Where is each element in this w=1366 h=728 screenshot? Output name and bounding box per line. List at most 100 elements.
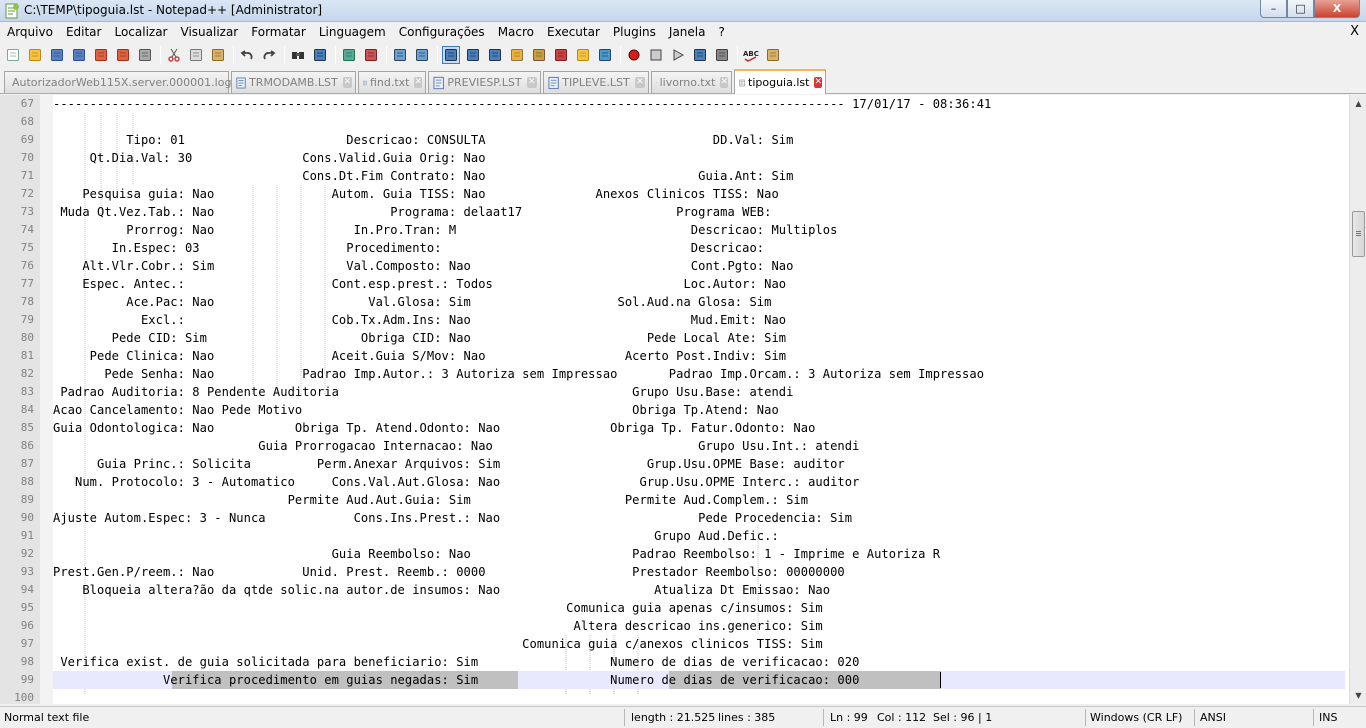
scroll-up-arrow-icon[interactable]: ▲ <box>1350 95 1366 112</box>
editor-line[interactable]: 84 Acao Cancelamento: Nao Pede Motivo Obr… <box>0 401 1345 419</box>
editor-line[interactable]: 86 Guia Prorrogacao Internacao: Nao Grup… <box>0 437 1345 455</box>
editor-line[interactable]: 76 Alt.Vlr.Cobr.: Sim Val.Composto: Nao … <box>0 257 1345 275</box>
editor-line[interactable]: 72 Pesquisa guia: Nao Autom. Guia TISS: … <box>0 185 1345 203</box>
word-wrap-icon[interactable] <box>442 46 460 64</box>
scroll-down-arrow-icon[interactable]: ▼ <box>1350 687 1366 704</box>
spell-check-settings-icon[interactable] <box>764 46 782 64</box>
indent-guide-icon[interactable] <box>486 46 504 64</box>
save-macro-icon[interactable] <box>713 46 731 64</box>
tab-close-icon[interactable]: ✕ <box>414 77 422 88</box>
editor-line[interactable]: 96 Altera descricao ins.generico: Sim <box>0 617 1345 635</box>
sync-horizontal-icon[interactable] <box>413 46 431 64</box>
user-language-icon[interactable] <box>508 46 526 64</box>
cut-icon[interactable] <box>165 46 183 64</box>
vertical-scrollbar[interactable]: ▲ ▼ <box>1349 95 1366 704</box>
editor-line[interactable]: 71 Cons.Dt.Fim Contrato: Nao Guia.Ant: S… <box>0 167 1345 185</box>
open-file-icon[interactable] <box>26 46 44 64</box>
editor-line[interactable]: 77 Espec. Antec.: Cont.esp.prest.: Todos… <box>0 275 1345 293</box>
editor-line[interactable]: 68 <box>0 113 1345 131</box>
menu-configura-es[interactable]: Configurações <box>392 22 491 42</box>
undo-icon[interactable] <box>238 46 256 64</box>
tab-close-icon[interactable]: ✕ <box>814 77 822 88</box>
record-macro-icon[interactable] <box>625 46 643 64</box>
editor-line[interactable]: 83 Padrao Auditoria: 8 Pendente Auditori… <box>0 383 1345 401</box>
editor-line[interactable]: 93 Prest.Gen.P/reem.: Nao Unid. Prest. Re… <box>0 563 1345 581</box>
document-map-icon[interactable] <box>530 46 548 64</box>
menu-macro[interactable]: Macro <box>491 22 540 42</box>
tab-find-txt[interactable]: find.txt ✕ <box>358 71 426 93</box>
maximize-button[interactable]: □ <box>1287 0 1314 18</box>
menu-visualizar[interactable]: Visualizar <box>174 22 245 42</box>
close-all-icon[interactable] <box>114 46 132 64</box>
menu-formatar[interactable]: Formatar <box>244 22 312 42</box>
tab-close-icon[interactable]: ✕ <box>342 77 352 88</box>
tab-autorizadorweb115x-server-000001-log[interactable]: AutorizadorWeb115X.server.000001.log✕ <box>4 71 244 93</box>
menu-arquivo[interactable]: Arquivo <box>0 22 59 42</box>
stop-record-icon[interactable] <box>647 46 665 64</box>
tab-previesp-lst[interactable]: PREVIESP.LST ✕ <box>428 71 541 93</box>
tab-tipoguia-lst[interactable]: tipoguia.lst ✕ <box>734 69 826 94</box>
tab-close-icon[interactable]: ✕ <box>526 77 537 88</box>
tab-trmodamb-lst[interactable]: TRMODAMB.LST ✕ <box>231 71 356 93</box>
menu-executar[interactable]: Executar <box>540 22 606 42</box>
status-insert-mode[interactable]: INS <box>1319 711 1337 724</box>
zoom-in-icon[interactable] <box>340 46 358 64</box>
editor-line[interactable]: 99 Verifica procedimento em guias negada… <box>0 671 1345 689</box>
editor-line[interactable]: 75 In.Espec: 03 Procedimento: Descricao: <box>0 239 1345 257</box>
editor-line[interactable]: 87 Guia Princ.: Solicita Perm.Anexar Arq… <box>0 455 1345 473</box>
editor-area[interactable]: 67 --------------------------------------… <box>0 95 1366 704</box>
tab-tipleve-lst[interactable]: TIPLEVE.LST ✕ <box>543 71 649 93</box>
tab-close-icon[interactable]: ✕ <box>720 77 728 88</box>
scrollbar-thumb[interactable] <box>1352 211 1365 257</box>
new-file-icon[interactable] <box>4 46 22 64</box>
menu-plugins[interactable]: Plugins <box>606 22 662 42</box>
editor-line[interactable]: 91 Grupo Aud.Defic.: <box>0 527 1345 545</box>
play-macro-icon[interactable] <box>669 46 687 64</box>
close-window-button[interactable]: X <box>1314 0 1360 18</box>
status-eol[interactable]: Windows (CR LF) <box>1090 711 1182 724</box>
editor-line[interactable]: 78 Ace.Pac: Nao Val.Glosa: Sim Sol.Aud.n… <box>0 293 1345 311</box>
editor-line[interactable]: 92 Guia Reembolso: Nao Padrao Reembolso:… <box>0 545 1345 563</box>
editor-line[interactable]: 89 Permite Aud.Aut.Guia: Sim Permite Aud… <box>0 491 1345 509</box>
status-encoding[interactable]: ANSI <box>1200 711 1226 724</box>
editor-line[interactable]: 98 Verifica exist. de guia solicitada pa… <box>0 653 1345 671</box>
editor-line[interactable]: 85 Guia Odontologica: Nao Obriga Tp. Aten… <box>0 419 1345 437</box>
menu-help[interactable]: ? <box>711 22 730 42</box>
editor-lines[interactable]: 67 --------------------------------------… <box>0 95 1345 704</box>
menu-janela[interactable]: Janela <box>662 22 712 42</box>
editor-line[interactable]: 95 Comunica guia apenas c/insumos: Sim <box>0 599 1345 617</box>
save-all-icon[interactable] <box>70 46 88 64</box>
replace-icon[interactable] <box>311 46 329 64</box>
monitoring-icon[interactable] <box>596 46 614 64</box>
editor-line[interactable]: 94 Bloqueia altera?ão da qtde solic.na a… <box>0 581 1345 599</box>
editor-line[interactable]: 69 Tipo: 01 Descricao: CONSULTA DD.Val: … <box>0 131 1345 149</box>
editor-line[interactable]: 79 Excl.: Cob.Tx.Adm.Ins: Nao Mud.Emit: … <box>0 311 1345 329</box>
sync-vertical-icon[interactable] <box>391 46 409 64</box>
show-all-chars-icon[interactable] <box>464 46 482 64</box>
editor-line[interactable]: 67 --------------------------------------… <box>0 95 1345 113</box>
zoom-out-icon[interactable] <box>362 46 380 64</box>
close-icon[interactable] <box>92 46 110 64</box>
find-icon[interactable] <box>289 46 307 64</box>
editor-line[interactable]: 81 Pede Clinica: Nao Aceit.Guia S/Mov: N… <box>0 347 1345 365</box>
editor-line[interactable]: 80 Pede CID: Sim Obriga CID: Nao Pede Lo… <box>0 329 1345 347</box>
redo-icon[interactable] <box>260 46 278 64</box>
spell-check-icon[interactable]: ABC <box>742 46 760 64</box>
editor-line[interactable]: 73 Muda Qt.Vez.Tab.: Nao Programa: delaa… <box>0 203 1345 221</box>
notepadpp-app-icon[interactable] <box>4 3 20 19</box>
editor-line[interactable]: 74 Prorrog: Nao In.Pro.Tran: M Descricao… <box>0 221 1345 239</box>
menu-localizar[interactable]: Localizar <box>107 22 173 42</box>
editor-line[interactable]: 88 Num. Protocolo: 3 - Automatico Cons.V… <box>0 473 1345 491</box>
close-document-button[interactable]: X <box>1350 24 1359 39</box>
minimize-button[interactable]: – <box>1260 0 1287 18</box>
editor-line[interactable]: 70 Qt.Dia.Val: 30 Cons.Valid.Guia Orig: … <box>0 149 1345 167</box>
editor-line[interactable]: 100 <box>0 689 1345 704</box>
tab-close-icon[interactable]: ✕ <box>634 77 645 88</box>
print-icon[interactable] <box>136 46 154 64</box>
paste-icon[interactable] <box>209 46 227 64</box>
menu-editar[interactable]: Editar <box>59 22 108 42</box>
run-macro-multiple-icon[interactable] <box>691 46 709 64</box>
editor-line[interactable]: 97 Comunica guia c/anexos clinicos TISS:… <box>0 635 1345 653</box>
editor-line[interactable]: 90 Ajuste Autom.Espec: 3 - Nunca Cons.Ins… <box>0 509 1345 527</box>
menu-linguagem[interactable]: Linguagem <box>312 22 392 42</box>
